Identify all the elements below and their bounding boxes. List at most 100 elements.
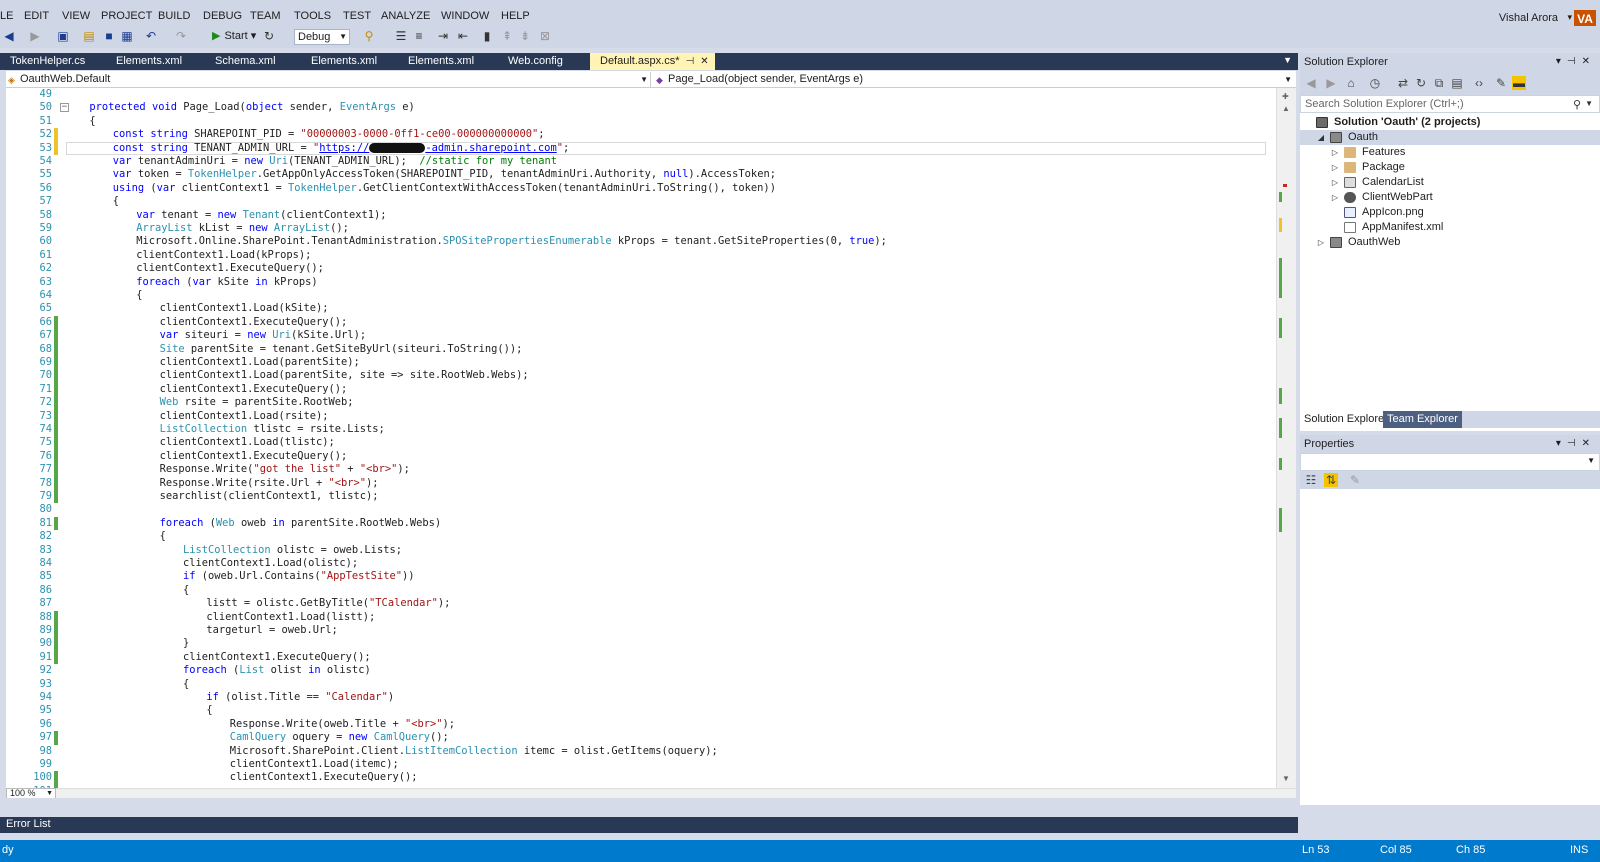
menu-team[interactable]: TEAM [250,10,281,22]
back-icon[interactable]: ◀ [1304,76,1318,90]
menu-window[interactable]: WINDOW [441,10,489,22]
tree-item[interactable]: AppIcon.png [1300,205,1600,220]
code-line[interactable]: 100 clientContext1.ExecuteQuery(); [6,771,1272,785]
member-combo[interactable]: ◆ Page_Load(object sender, EventArgs e) … [654,72,1294,87]
tab-tokenhelper[interactable]: TokenHelper.cs [0,53,85,70]
code-text[interactable]: Microsoft.SharePoint.Client.ListItemColl… [230,745,718,758]
next-bookmark-icon[interactable]: ⇟ [518,29,532,43]
dropdown-icon[interactable]: ▾ [1556,438,1567,449]
code-line[interactable]: 70 clientContext1.Load(parentSite, site =… [6,369,1272,383]
code-text[interactable]: clientContext1.ExecuteQuery(); [183,651,371,664]
code-line[interactable]: 59 ArrayList kList = new ArrayList(); [6,222,1272,235]
outdent-icon[interactable]: ⇤ [456,29,470,43]
code-text[interactable]: clientContext1.Load(kProps); [136,249,311,262]
code-text[interactable]: Response.Write("got the list" + "<br>"); [160,463,410,476]
code-text[interactable]: { [89,115,95,128]
tab-web-config[interactable]: Web.config [498,53,563,70]
code-text[interactable]: { [183,678,189,691]
tab-elements-1[interactable]: Elements.xml [106,53,182,70]
tree-item[interactable]: AppManifest.xml [1300,220,1600,235]
code-text[interactable]: searchlist(clientContext1, tlistc); [160,490,379,503]
menu-project[interactable]: PROJECT [101,10,152,22]
comment-icon[interactable]: ☰ [394,29,408,43]
code-line[interactable]: 94 if (olist.Title == "Calendar") [6,691,1272,704]
code-line[interactable]: 99 clientContext1.Load(itemc); [6,758,1272,771]
chevron-down-icon[interactable]: ▼ [1585,96,1593,112]
code-text[interactable]: { [183,584,189,597]
code-text[interactable]: Microsoft.Online.SharePoint.TenantAdmini… [136,235,887,248]
code-line[interactable]: 53 const string TENANT_ADMIN_URL = "https… [6,141,1272,155]
find-icon[interactable]: ⚲ [362,29,376,43]
menu-debug[interactable]: DEBUG [203,10,242,22]
save-all-icon[interactable]: ▦ [120,29,134,43]
code-text[interactable]: Response.Write(rsite.Url + "<br>"); [160,477,379,490]
menu-edit[interactable]: EDIT [24,10,49,22]
code-line[interactable]: 84 clientContext1.Load(olistc); [6,557,1272,570]
tree-item[interactable]: Solution 'Oauth' (2 projects) [1300,115,1600,130]
code-text[interactable]: var token = TokenHelper.GetAppOnlyAccess… [113,168,776,181]
code-text[interactable]: foreach (var kSite in kProps) [136,276,317,289]
solution-configuration-select[interactable]: Debug ▼ [294,29,350,45]
sync-icon[interactable]: ⇄ [1396,76,1410,90]
tab-elements-3[interactable]: Elements.xml [398,53,474,70]
indent-icon[interactable]: ⇥ [436,29,450,43]
code-text[interactable]: if (oweb.Url.Contains("AppTestSite")) [183,570,414,583]
code-line[interactable]: 90} [6,637,1272,651]
code-text[interactable]: clientContext1.ExecuteQuery(); [160,450,348,463]
code-line[interactable]: 97 CamlQuery oquery = new CamlQuery(); [6,731,1272,745]
code-text[interactable]: clientContext1.Load(listt); [206,611,375,624]
code-text[interactable]: protected void Page_Load(object sender, … [89,101,414,114]
code-text[interactable]: foreach (Web oweb in parentSite.RootWeb.… [160,517,442,530]
code-text[interactable]: { [113,195,119,208]
code-text[interactable]: clientContext1.ExecuteQuery(); [160,316,348,329]
code-line[interactable]: 98 Microsoft.SharePoint.Client.ListItemCo… [6,745,1272,758]
code-line[interactable]: 87 listt = olistc.GetByTitle("TCalendar")… [6,597,1272,610]
view-code-icon[interactable]: ‹› [1472,76,1486,90]
search-icon[interactable]: ⚲ [1573,97,1581,113]
new-project-icon[interactable]: ▣ [56,29,70,43]
tab-error-list[interactable]: Error List [6,818,51,830]
refresh-icon[interactable]: ↻ [262,29,276,43]
code-text[interactable]: { [136,289,142,302]
code-text[interactable]: ListCollection olistc = oweb.Lists; [183,544,402,557]
start-debugging-button[interactable]: ▶ Start ▾ [212,29,256,42]
code-text[interactable]: Response.Write(oweb.Title + "<br>"); [230,718,455,731]
pin-icon[interactable]: ⊣ [1567,56,1582,67]
code-line[interactable]: 73 clientContext1.Load(rsite); [6,409,1272,423]
code-line[interactable]: 62 clientContext1.ExecuteQuery(); [6,262,1272,275]
expanded-arrow-icon[interactable]: ◢ [1316,130,1326,145]
close-icon[interactable]: ✕ [700,56,708,67]
forward-icon[interactable]: ▶ [28,29,42,43]
code-line[interactable]: 89 targeturl = oweb.Url; [6,624,1272,638]
code-line[interactable]: 71 clientContext1.ExecuteQuery(); [6,382,1272,397]
chevron-down-icon[interactable]: ▼ [1283,55,1292,65]
code-line[interactable]: 81 foreach (Web oweb in parentSite.RootWe… [6,516,1272,531]
pin-icon[interactable]: ⊣ [685,56,694,67]
tree-item[interactable]: ▷ CalendarList [1300,175,1600,190]
code-line[interactable]: 58 var tenant = new Tenant(clientContext1… [6,209,1272,222]
code-text[interactable]: CamlQuery oquery = new CamlQuery(); [230,731,449,744]
code-line[interactable]: 64 { [6,289,1272,302]
code-text[interactable]: clientContext1.Load(tlistc); [160,436,335,449]
code-line[interactable]: 51 { [6,115,1272,128]
code-line[interactable]: 66 clientContext1.ExecuteQuery(); [6,315,1272,330]
categorized-icon[interactable]: ☷ [1304,473,1318,487]
code-line[interactable]: 91 clientContext1.ExecuteQuery(); [6,650,1272,665]
code-line[interactable]: 68 Site parentSite = tenant.GetSiteByUrl(… [6,342,1272,356]
code-text[interactable]: const string TENANT_ADMIN_URL = "https:/… [113,142,569,155]
chevron-down-icon[interactable]: ▾ [1567,12,1572,23]
code-line[interactable]: 69 clientContext1.Load(parentSite); [6,356,1272,370]
expand-arrow-icon[interactable]: ▷ [1330,160,1340,175]
tab-schema[interactable]: Schema.xml [205,53,276,70]
code-line[interactable]: 52 const string SHAREPOINT_PID = "0000000… [6,128,1272,142]
tab-default-aspx-cs[interactable]: Default.aspx.cs* ⊣ ✕ [590,53,715,70]
show-all-files-icon[interactable]: ▤ [1450,76,1464,90]
code-line[interactable]: 63 foreach (var kSite in kProps) [6,276,1272,289]
type-combo[interactable]: ◈ OauthWeb.Default ▼ [6,72,651,87]
expand-arrow-icon[interactable]: ▷ [1330,175,1340,190]
scroll-down-icon[interactable]: ▼ [1282,774,1290,783]
code-line[interactable]: 78 Response.Write(rsite.Url + "<br>"); [6,476,1272,490]
code-text[interactable]: Web rsite = parentSite.RootWeb; [160,396,354,409]
code-line[interactable]: 50− protected void Page_Load(object sende… [6,101,1272,114]
solution-search-input[interactable]: Search Solution Explorer (Ctrl+;) ⚲ ▼ [1300,95,1600,113]
